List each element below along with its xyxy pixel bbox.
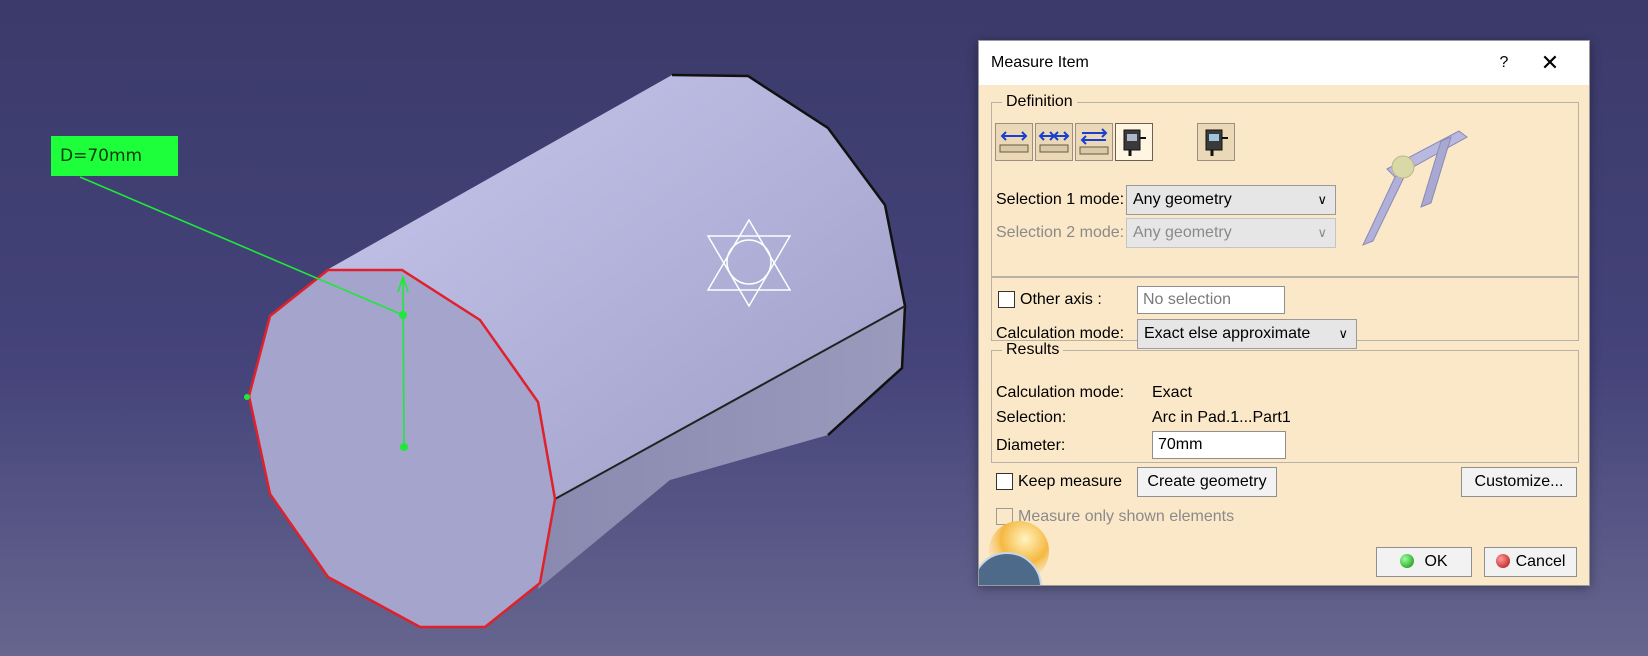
measure-only-shown-label: Measure only shown elements xyxy=(1018,508,1235,525)
measure-item-dialog: Measure Item ? ✕ Definition Selection 1 … xyxy=(978,40,1590,586)
measure-item-icon xyxy=(1123,129,1146,156)
result-calc-mode-value: Exact xyxy=(1152,384,1193,401)
keep-measure-checkbox[interactable] xyxy=(996,473,1013,490)
result-diameter-label: Diameter: xyxy=(996,437,1066,454)
cancel-button[interactable]: Cancel xyxy=(1484,547,1577,577)
measure-thickness-button[interactable] xyxy=(1197,123,1235,161)
selection2-mode-dropdown[interactable]: Any geometry ∨ xyxy=(1126,218,1336,248)
dialog-titlebar[interactable]: Measure Item ? ✕ xyxy=(979,41,1589,85)
caliper-icon xyxy=(1362,130,1468,246)
chevron-down-icon: ∨ xyxy=(1317,192,1327,207)
dialog-title: Measure Item xyxy=(991,54,1089,71)
measure-between-icon xyxy=(999,131,1029,153)
selection1-mode-label: Selection 1 mode: xyxy=(996,191,1125,208)
arc-start-point xyxy=(244,394,250,400)
ok-icon xyxy=(1400,554,1415,568)
chevron-down-icon: ∨ xyxy=(1317,225,1327,240)
result-calc-mode-label: Calculation mode: xyxy=(996,384,1125,401)
calculation-mode-value: Exact else approximate xyxy=(1144,325,1311,342)
cancel-icon xyxy=(1495,554,1510,568)
measure-between-button[interactable] xyxy=(995,123,1033,161)
measure-between-chain-button[interactable] xyxy=(1035,123,1073,161)
customize-button[interactable]: Customize... xyxy=(1461,467,1577,497)
result-selection-value: Arc in Pad.1...Part1 xyxy=(1152,409,1291,426)
definition-legend: Definition xyxy=(1006,93,1073,110)
diameter-line xyxy=(402,276,405,448)
selection2-mode-label: Selection 2 mode: xyxy=(996,224,1125,241)
ok-button[interactable]: OK xyxy=(1376,547,1472,577)
ok-label: OK xyxy=(1424,553,1448,570)
close-button[interactable]: ✕ xyxy=(1511,41,1589,85)
measure-item-button[interactable] xyxy=(1115,123,1153,161)
selection1-mode-dropdown[interactable]: Any geometry ∨ xyxy=(1126,185,1336,215)
measure-between-fan-button[interactable] xyxy=(1075,123,1113,161)
dimension-leader-line xyxy=(79,176,404,316)
other-axis-checkbox[interactable] xyxy=(998,291,1015,308)
results-legend: Results xyxy=(1006,341,1060,358)
result-selection-label: Selection: xyxy=(996,409,1067,426)
other-axis-label: Other axis : xyxy=(1020,291,1102,308)
diameter-value-field[interactable]: 70mm xyxy=(1152,431,1286,459)
create-geometry-button[interactable]: Create geometry xyxy=(1137,467,1277,497)
arc-end-point xyxy=(400,443,408,451)
arc-center-point xyxy=(399,311,407,319)
measure-thickness-icon xyxy=(1205,129,1228,156)
measure-between-chain-icon xyxy=(1038,131,1070,153)
cancel-label: Cancel xyxy=(1515,553,1566,570)
keep-measure-label: Keep measure xyxy=(1018,473,1123,490)
measure-between-fan-icon xyxy=(1079,128,1109,155)
other-axis-field[interactable]: No selection xyxy=(1137,286,1285,314)
globe-logo-icon xyxy=(979,521,1049,585)
selection2-mode-value: Any geometry xyxy=(1133,224,1232,241)
dimension-label[interactable]: D=70mm xyxy=(51,136,178,176)
selection1-mode-value: Any geometry xyxy=(1133,191,1232,208)
